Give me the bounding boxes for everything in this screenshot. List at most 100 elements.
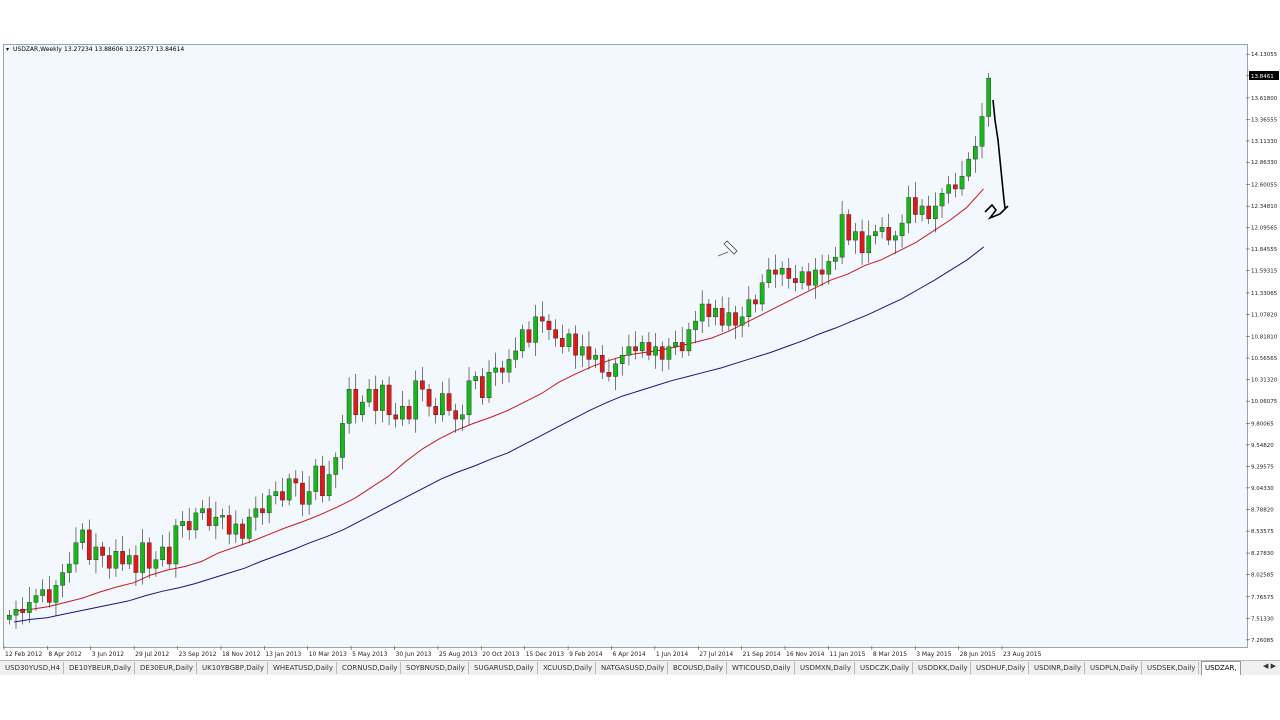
bearish-candle xyxy=(553,329,558,339)
bullish-candle xyxy=(766,269,772,283)
bullish-candle xyxy=(80,529,85,543)
bullish-candle xyxy=(826,261,832,275)
bearish-candle xyxy=(719,308,725,326)
bullish-candle xyxy=(286,478,292,501)
chart-canvas[interactable]: ▾ USDZAR,Weekly 13.27234 13.88606 13.225… xyxy=(0,0,1280,660)
bullish-candle xyxy=(340,423,345,458)
symbol-tab[interactable]: DE30EUR,Daily xyxy=(137,662,198,674)
price-tick-label: 8.53575 xyxy=(1251,529,1274,535)
bullish-candle xyxy=(613,363,618,377)
symbol-tab[interactable]: USD30YUSD,H4 xyxy=(2,662,65,674)
bearish-candle xyxy=(106,555,112,569)
bullish-candle xyxy=(873,231,878,237)
bullish-candle xyxy=(466,380,472,416)
bullish-candle xyxy=(519,329,525,352)
bullish-candle xyxy=(839,214,845,258)
bearish-candle xyxy=(133,555,139,573)
bearish-candle xyxy=(280,491,285,501)
price-tick-label: 10.81810 xyxy=(1251,335,1278,341)
bullish-candle xyxy=(959,175,965,190)
bullish-candle xyxy=(779,268,785,275)
symbol-tab[interactable]: USDHUF,Daily xyxy=(973,662,1030,674)
bearish-candle xyxy=(426,389,432,407)
symbol-tab[interactable]: USDMXN,Daily xyxy=(797,662,855,674)
bearish-candle xyxy=(819,269,825,275)
bullish-candle xyxy=(506,359,512,373)
tab-scroll-arrows[interactable]: ◀ ▶ xyxy=(1263,662,1276,670)
symbol-tab[interactable]: CORNUSD,Daily xyxy=(339,662,402,674)
date-tick-label: 5 May 2013 xyxy=(352,651,387,658)
bullish-candle xyxy=(360,401,365,416)
bearish-candle xyxy=(859,231,865,254)
bullish-candle xyxy=(833,256,838,262)
price-tick-label: 12.60055 xyxy=(1251,183,1278,189)
bullish-candle xyxy=(686,329,692,352)
symbol-tab[interactable]: SUGARUSD,Daily xyxy=(471,662,538,674)
bullish-candle xyxy=(93,546,99,560)
bullish-candle xyxy=(566,333,572,347)
price-tick-label: 8.27830 xyxy=(1251,551,1274,557)
bullish-candle xyxy=(979,116,985,147)
bullish-candle xyxy=(413,380,419,420)
candlestick-series xyxy=(6,73,992,629)
bullish-candle xyxy=(160,546,165,560)
bullish-candle xyxy=(220,515,225,518)
bullish-candle xyxy=(739,316,745,326)
bullish-candle xyxy=(906,197,912,224)
bearish-candle xyxy=(120,551,125,565)
bullish-candle xyxy=(200,508,205,514)
bullish-candle xyxy=(939,193,945,207)
bullish-candle xyxy=(626,346,632,356)
price-tick-label: 8.02585 xyxy=(1251,573,1274,579)
bottom-blank-area xyxy=(0,675,1280,720)
bearish-candle xyxy=(446,393,452,411)
bullish-candle xyxy=(966,158,972,177)
symbol-tab[interactable]: NATGASUSD,Daily xyxy=(598,662,669,674)
price-tick-label: 9.04330 xyxy=(1251,486,1274,492)
symbol-tab[interactable]: USDSEK,Daily xyxy=(1144,662,1200,674)
symbol-tab[interactable]: USDDKK,Daily xyxy=(915,662,972,674)
bullish-candle xyxy=(813,269,818,286)
collapse-arrow-icon[interactable]: ▾ xyxy=(6,46,9,53)
date-tick-label: 10 Mar 2013 xyxy=(309,651,347,658)
symbol-tab[interactable]: USDZAR, xyxy=(1201,661,1241,675)
bullish-candle xyxy=(266,495,272,514)
bullish-candle xyxy=(460,414,465,420)
symbol-tab[interactable]: UK10YBGBP,Daily xyxy=(199,662,268,674)
price-tick-label: 8.78820 xyxy=(1251,508,1274,514)
bullish-candle xyxy=(799,271,805,283)
current-price-text: 13.8461 xyxy=(1251,74,1274,80)
bearish-candle xyxy=(546,320,552,330)
symbol-tab[interactable]: DE10YBEUR,Daily xyxy=(66,662,136,674)
bearish-candle xyxy=(433,406,439,416)
symbol-tab[interactable]: XCUUSD,Daily xyxy=(540,662,597,674)
bearish-candle xyxy=(406,406,412,420)
symbol-tab[interactable]: WTICOUSD,Daily xyxy=(729,662,795,674)
bullish-candle xyxy=(759,282,765,305)
symbol-tab[interactable]: USDPLN,Daily xyxy=(1087,662,1143,674)
bullish-candle xyxy=(673,342,678,347)
bearish-candle xyxy=(633,346,638,352)
symbol-tab[interactable]: BCOUSD,Daily xyxy=(670,662,727,674)
symbol-tab[interactable]: WHEATUSD,Daily xyxy=(270,662,338,674)
price-tick-label: 12.86330 xyxy=(1251,160,1278,166)
symbol-tab[interactable]: USDINR,Daily xyxy=(1031,662,1086,674)
symbol-tab[interactable]: USDCZK,Daily xyxy=(857,662,914,674)
bearish-candle xyxy=(206,508,212,526)
ema-fast-path xyxy=(14,188,984,612)
bullish-candle xyxy=(313,465,319,492)
date-tick-label: 11 Jan 2015 xyxy=(829,651,865,658)
bullish-candle xyxy=(60,572,65,586)
date-tick-label: 16 Nov 2014 xyxy=(786,651,825,658)
date-tick-label: 29 Jul 2012 xyxy=(135,651,169,658)
bullish-candle xyxy=(13,608,19,616)
symbol-tab[interactable]: SOYBNUSD,Daily xyxy=(403,662,469,674)
bullish-candle xyxy=(666,346,672,360)
bullish-candle xyxy=(986,77,992,117)
date-tick-label: 6 Apr 2014 xyxy=(612,651,645,658)
price-axis-ticks: 14.1305513.8804013.6180013.3655513.11330… xyxy=(1246,52,1278,644)
symbol-tabs-bar: USD30YUSD,H4 DE10YBEUR,Daily DE30EUR,Daily… xyxy=(0,660,1280,675)
bearish-candle xyxy=(386,384,392,416)
bullish-candle xyxy=(380,384,385,411)
ohlc-values: 13.27234 13.88606 13.22577 13.84614 xyxy=(64,46,184,53)
